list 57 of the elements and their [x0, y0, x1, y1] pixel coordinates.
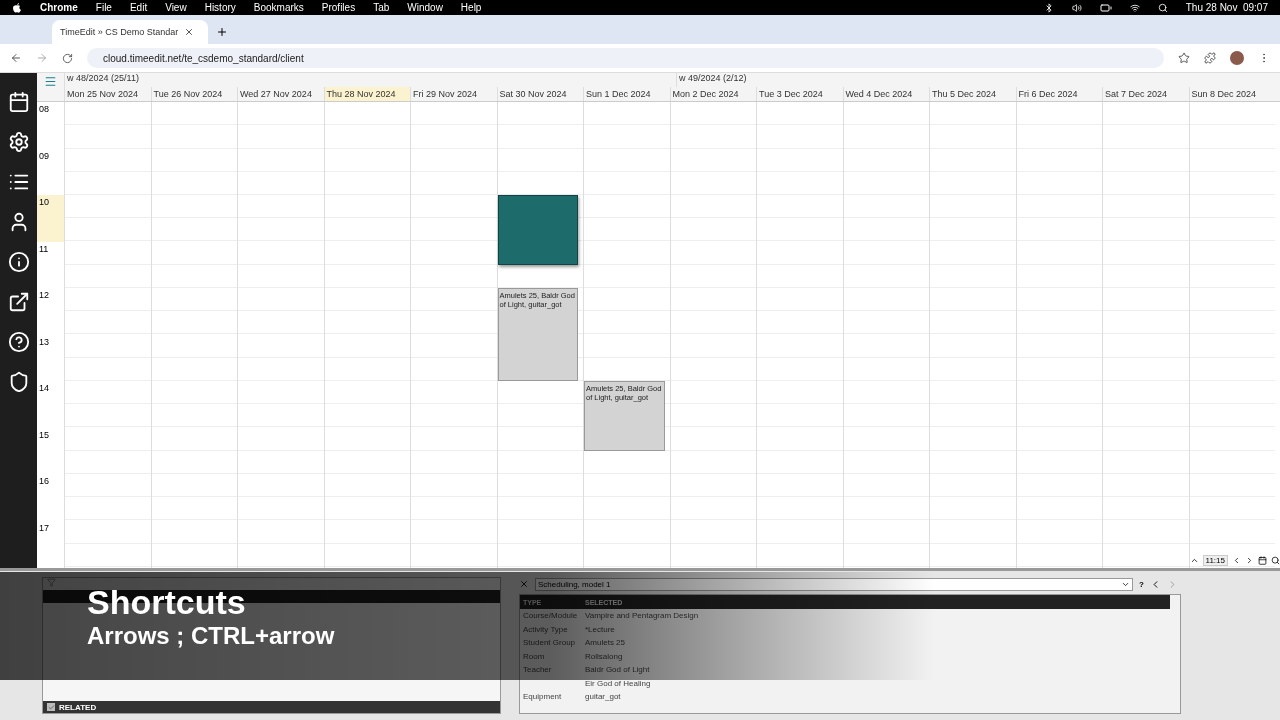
previous-icon[interactable]: [1232, 556, 1241, 565]
menu-item[interactable]: View: [165, 2, 187, 13]
menu-item[interactable]: Help: [460, 2, 482, 13]
checkbox[interactable]: [47, 703, 55, 711]
table-cell: Activity Type: [523, 624, 568, 634]
caption-subtitle: Arrows ; CTRL+arrow: [87, 622, 335, 650]
table-cell: Rollsalong: [585, 651, 623, 661]
table-cell: *Lecture: [585, 624, 615, 634]
battery-icon[interactable]: [1099, 1, 1112, 14]
help-button[interactable]: ?: [1139, 579, 1144, 589]
volume-icon[interactable]: [1071, 2, 1082, 13]
day-header: Thu 28 Nov 2024: [323, 87, 410, 101]
table-cell: Teacher: [523, 665, 552, 675]
table-cell: Baldr God of Light: [585, 665, 650, 675]
menu-item[interactable]: Chrome: [40, 2, 78, 13]
help-icon[interactable]: [7, 331, 30, 353]
table-cell: Amulets 25: [585, 638, 626, 648]
puzzle-icon[interactable]: [1204, 52, 1216, 64]
reload-icon[interactable]: [62, 52, 73, 64]
table-cell: Eir God of Healing: [585, 678, 651, 688]
checkbox-label: RELATED: [59, 702, 97, 712]
settings-icon[interactable]: [7, 131, 30, 153]
menu-item[interactable]: History: [204, 2, 236, 13]
clock: Thu 28 Nov 09:07: [1185, 2, 1268, 13]
external-link-icon[interactable]: [7, 291, 30, 313]
next-icon[interactable]: [1245, 556, 1254, 565]
menu-item[interactable]: Profiles: [321, 2, 356, 13]
menu-item[interactable]: Window: [407, 2, 443, 13]
new-tab-icon[interactable]: [216, 26, 228, 38]
info-icon[interactable]: [7, 251, 30, 273]
caption-title: Shortcuts: [87, 582, 246, 622]
table-cell: Equipment: [523, 692, 562, 702]
menu-item[interactable]: Edit: [129, 2, 148, 13]
menu-item[interactable]: Tab: [373, 2, 390, 13]
avatar-icon[interactable]: [1230, 51, 1244, 65]
hour-label: 10: [37, 195, 64, 242]
search-icon[interactable]: [1157, 2, 1168, 13]
calendar-icon[interactable]: [1258, 556, 1267, 565]
close-icon[interactable]: [184, 27, 195, 37]
calendar-icon[interactable]: [7, 91, 30, 113]
apple-icon[interactable]: [12, 2, 22, 13]
address-field[interactable]: cloud.timeedit.net/te_csdemo_standard/client: [87, 48, 1164, 68]
menu-item[interactable]: File: [95, 2, 112, 13]
bluetooth-icon[interactable]: [1043, 2, 1054, 13]
star-icon[interactable]: [1178, 52, 1190, 64]
scroll-up-icon[interactable]: [1189, 556, 1199, 565]
table-cell: guitar_got: [585, 692, 621, 702]
menu-icon[interactable]: [44, 75, 57, 88]
browser-tab[interactable]: TimeEdit » CS Demo Standar: [52, 20, 208, 44]
model-dropdown[interactable]: Scheduling, model 1: [535, 577, 1133, 591]
menu-item[interactable]: Bookmarks: [253, 2, 304, 13]
back-icon[interactable]: [10, 52, 22, 64]
table-cell: Vampire and Pentagram Design: [585, 611, 699, 621]
table-cell: Course/Module: [523, 611, 578, 621]
zoom-icon[interactable]: [1271, 556, 1280, 565]
time-display: 11:15: [1202, 555, 1228, 566]
wifi-icon[interactable]: [1129, 2, 1140, 13]
